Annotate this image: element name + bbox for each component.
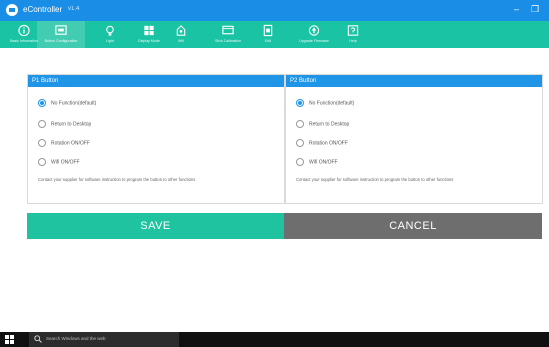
light-icon — [106, 25, 114, 36]
option-label: Rotation ON/OFF — [309, 140, 348, 147]
p2-option-wifi[interactable]: Wifi ON/OFF — [296, 158, 338, 166]
option-label: No Function(default) — [309, 100, 355, 107]
upgrade-icon — [308, 25, 320, 36]
option-label: Return to Desktop — [51, 121, 92, 128]
taskbar-search-box[interactable]: Search Windows and the web — [29, 332, 179, 347]
search-icon — [34, 335, 42, 343]
search-placeholder: Search Windows and the web — [46, 336, 106, 341]
help-icon — [347, 25, 359, 36]
option-label: Wifi ON/OFF — [309, 159, 338, 166]
option-label: Wifi ON/OFF — [51, 159, 80, 166]
button-config-icon — [55, 25, 67, 35]
app-title: eController — [23, 5, 63, 14]
windows-start-icon[interactable] — [5, 335, 14, 344]
radio[interactable] — [38, 120, 46, 128]
minimize-button[interactable]: – — [514, 4, 519, 14]
tool-label: Help — [349, 39, 357, 43]
stick-calibration-icon — [222, 25, 234, 35]
p2-panel-title: P2 Button — [286, 75, 542, 87]
radio[interactable] — [296, 158, 304, 166]
radio-selected[interactable] — [296, 99, 304, 107]
title-bar: eController v1.4 – ❐ — [0, 0, 549, 21]
radio-selected[interactable] — [38, 99, 46, 107]
option-label: Return to Desktop — [309, 121, 350, 128]
p2-option-return-desktop[interactable]: Return to Desktop — [296, 120, 349, 128]
display-mode-icon — [144, 25, 154, 36]
p1-option-no-function[interactable]: No Function(default) — [38, 99, 96, 107]
p1-button-panel: P1 Button No Function(default) Return to… — [27, 74, 285, 204]
p1-option-wifi[interactable]: Wifi ON/OFF — [38, 158, 80, 166]
wifi-icon — [176, 25, 186, 36]
p1-instruction-note: Contact your supplier for software instr… — [38, 177, 196, 182]
info-icon — [18, 24, 30, 37]
option-label: No Function(default) — [51, 100, 97, 107]
restore-button[interactable]: ❐ — [531, 4, 539, 15]
windows-taskbar: Search Windows and the web — [0, 332, 549, 347]
p1-option-rotation[interactable]: Rotation ON/OFF — [38, 139, 90, 147]
p2-button-panel: P2 Button No Function(default) Return to… — [285, 74, 543, 204]
cancel-button[interactable]: CANCEL — [284, 213, 542, 239]
p2-option-no-function[interactable]: No Function(default) — [296, 99, 354, 107]
tool-edit[interactable]: Edit — [244, 21, 292, 48]
option-label: Rotation ON/OFF — [51, 140, 90, 147]
p1-panel-title: P1 Button — [28, 75, 284, 87]
radio[interactable] — [296, 120, 304, 128]
tool-label: Edit — [264, 39, 272, 43]
app-version: v1.4 — [68, 6, 80, 12]
save-button[interactable]: SAVE — [27, 213, 284, 239]
p1-option-return-desktop[interactable]: Return to Desktop — [38, 120, 91, 128]
main-toolbar: Basic Information Button Configuration L… — [0, 21, 549, 48]
tool-button-configuration[interactable]: Button Configuration — [37, 21, 85, 48]
p2-instruction-note: Contact your supplier for software instr… — [296, 177, 454, 182]
tool-label: Wifi — [178, 39, 184, 43]
tool-wifi[interactable]: Wifi — [157, 21, 205, 48]
tool-help[interactable]: Help — [329, 21, 377, 48]
radio[interactable] — [38, 139, 46, 147]
radio[interactable] — [296, 139, 304, 147]
app-logo-icon — [6, 4, 18, 16]
tool-label: Button Configuration — [44, 39, 78, 43]
edit-icon — [263, 24, 273, 37]
p2-option-rotation[interactable]: Rotation ON/OFF — [296, 139, 348, 147]
radio[interactable] — [38, 158, 46, 166]
